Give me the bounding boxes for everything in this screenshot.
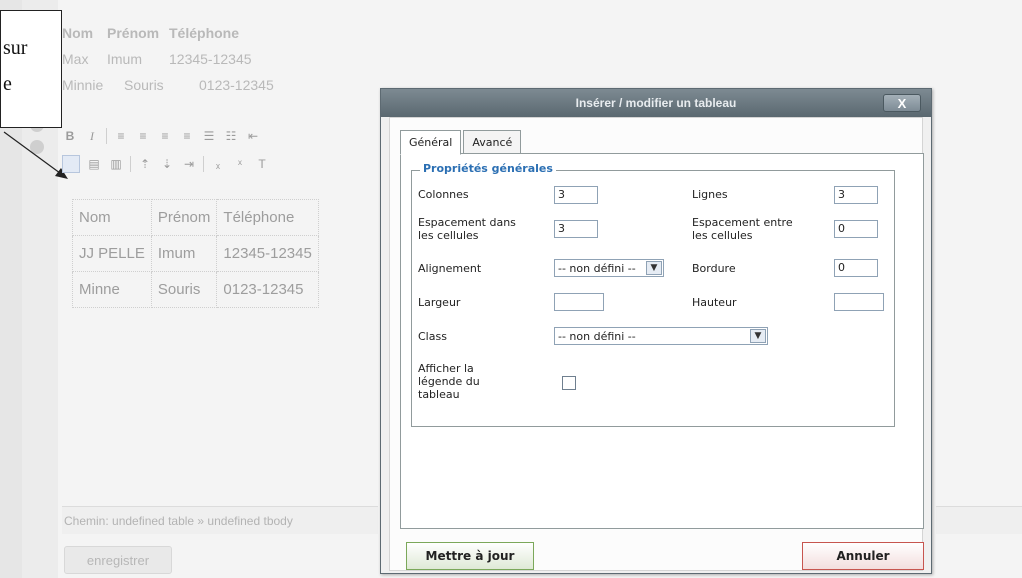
chevron-down-icon[interactable]: ▼ — [750, 329, 766, 343]
bordure-input[interactable]: 0 — [834, 259, 878, 277]
clear-format-icon[interactable]: T — [254, 157, 270, 171]
espacement-dans-label: Espacement dans — [418, 216, 516, 229]
editor-toolbar: B I ≡ ≡ ≡ ≡ ☰ ☷ ⇤ ▤ ▥ ⇡ ⇣ ⇥ ₓ ˣ T — [62, 122, 392, 184]
align-right-icon[interactable]: ≡ — [157, 129, 173, 143]
align-left-icon[interactable]: ≡ — [113, 129, 129, 143]
fieldset-legend: Propriétés générales — [420, 162, 556, 175]
annotation-callout: sur e — [0, 10, 62, 128]
save-button[interactable]: enregistrer — [64, 546, 172, 574]
preview-cell: 0123-12345 — [199, 77, 274, 93]
callout-text: e — [3, 73, 12, 95]
toolbar-separator — [203, 156, 204, 172]
alignement-label: Alignement — [418, 262, 482, 275]
bordure-label: Bordure — [692, 262, 736, 275]
legende-checkbox[interactable] — [562, 376, 576, 390]
tab-general[interactable]: Général — [400, 130, 462, 155]
class-select-value: -- non défini -- — [558, 329, 636, 343]
lignes-input[interactable]: 3 — [834, 186, 878, 204]
update-button[interactable]: Mettre à jour — [406, 542, 534, 570]
outdent-icon[interactable]: ⇤ — [245, 129, 261, 143]
status-bar-right — [936, 506, 1022, 534]
espacement-entre-label-2: les cellules — [692, 229, 753, 242]
table-cell[interactable]: Souris — [150, 271, 218, 308]
cell-props-icon[interactable]: ▥ — [108, 157, 124, 171]
table-cell[interactable]: Minne — [72, 271, 152, 308]
align-center-icon[interactable]: ≡ — [135, 129, 151, 143]
superscript-icon[interactable]: ˣ — [232, 157, 248, 171]
table-row: JJ PELLE Imum 12345-12345 — [72, 235, 319, 272]
delete-row-icon[interactable]: ⇥ — [181, 157, 197, 171]
table-cell[interactable]: 0123-12345 — [216, 271, 319, 308]
espacement-entre-input[interactable]: 0 — [834, 220, 878, 238]
class-select[interactable]: -- non défini -- ▼ — [554, 327, 768, 345]
dialog-title-bar[interactable]: Insérer / modifier un tableau X — [381, 89, 931, 117]
chevron-down-icon[interactable]: ▼ — [646, 261, 662, 275]
close-button[interactable]: X — [883, 94, 921, 112]
legende-label: Afficher la — [418, 362, 474, 375]
tab-panel-general: Propriétés générales Colonnes 3 Lignes 3… — [400, 153, 924, 529]
bold-button[interactable]: B — [62, 129, 78, 143]
italic-button[interactable]: I — [84, 129, 100, 143]
espacement-dans-label-2: les cellules — [418, 229, 479, 242]
table-header-cell[interactable]: Prénom — [150, 199, 218, 236]
table-row: Minne Souris 0123-12345 — [72, 271, 319, 308]
table-header-cell[interactable]: Nom — [72, 199, 152, 236]
table-cell[interactable]: Imum — [150, 235, 218, 272]
espacement-entre-label: Espacement entre — [692, 216, 793, 229]
dialog-body: Général Avancé Propriétés générales Colo… — [389, 117, 924, 571]
callout-text: sur — [3, 37, 28, 59]
row-props-icon[interactable]: ▤ — [86, 157, 102, 171]
preview-row: Max Imum 12345-12345 — [62, 46, 274, 72]
preview-table: Nom Prénom Téléphone Max Imum 12345-1234… — [62, 20, 274, 98]
preview-cell: Imum — [107, 51, 142, 67]
espacement-dans-input[interactable]: 3 — [554, 220, 598, 238]
editor-table[interactable]: Nom Prénom Téléphone JJ PELLE Imum 12345… — [72, 199, 319, 308]
bullet-list-icon[interactable]: ☰ — [201, 129, 217, 143]
preview-header-row: Nom Prénom Téléphone — [62, 20, 274, 46]
preview-cell: 12345-12345 — [169, 51, 252, 67]
alignement-select[interactable]: -- non défini -- ▼ — [554, 259, 664, 277]
hauteur-input[interactable] — [834, 293, 884, 311]
general-properties-fieldset: Propriétés générales Colonnes 3 Lignes 3… — [411, 162, 895, 427]
class-label: Class — [418, 330, 447, 343]
preview-header-cell: Téléphone — [169, 25, 240, 41]
table-cell[interactable]: JJ PELLE — [72, 235, 152, 272]
preview-row: Minnie Souris 0123-12345 — [62, 72, 274, 98]
legende-label-2: légende du — [418, 375, 480, 388]
table-row: Nom Prénom Téléphone — [72, 199, 319, 236]
toolbar-separator — [130, 156, 131, 172]
dialog-title: Insérer / modifier un tableau — [575, 96, 737, 110]
table-cell[interactable]: 12345-12345 — [216, 235, 319, 272]
table-icon[interactable] — [62, 155, 80, 173]
dialog-tabs: Général Avancé — [400, 130, 523, 155]
alignement-select-value: -- non défini -- — [558, 261, 636, 275]
colonnes-label: Colonnes — [418, 188, 469, 201]
preview-cell: Max — [62, 51, 89, 67]
subscript-icon[interactable]: ₓ — [210, 157, 226, 171]
numbered-list-icon[interactable]: ☷ — [223, 129, 239, 143]
hauteur-label: Hauteur — [692, 296, 737, 309]
table-dialog: Insérer / modifier un tableau X Général … — [380, 88, 932, 574]
lignes-label: Lignes — [692, 188, 728, 201]
toolbar-separator — [106, 128, 107, 144]
align-justify-icon[interactable]: ≡ — [179, 129, 195, 143]
table-header-cell[interactable]: Téléphone — [216, 199, 319, 236]
legende-label-3: tableau — [418, 388, 460, 401]
preview-cell: Souris — [124, 77, 164, 93]
preview-cell: Minnie — [62, 77, 104, 93]
insert-row-before-icon[interactable]: ⇡ — [137, 157, 153, 171]
preview-header-cell: Nom — [62, 25, 94, 41]
cancel-button[interactable]: Annuler — [802, 542, 924, 570]
insert-row-after-icon[interactable]: ⇣ — [159, 157, 175, 171]
largeur-label: Largeur — [418, 296, 461, 309]
preview-header-cell: Prénom — [107, 25, 160, 41]
colonnes-input[interactable]: 3 — [554, 186, 598, 204]
editor-path-status: Chemin: undefined table » undefined tbod… — [62, 506, 378, 534]
largeur-input[interactable] — [554, 293, 604, 311]
tab-advanced[interactable]: Avancé — [463, 130, 522, 154]
